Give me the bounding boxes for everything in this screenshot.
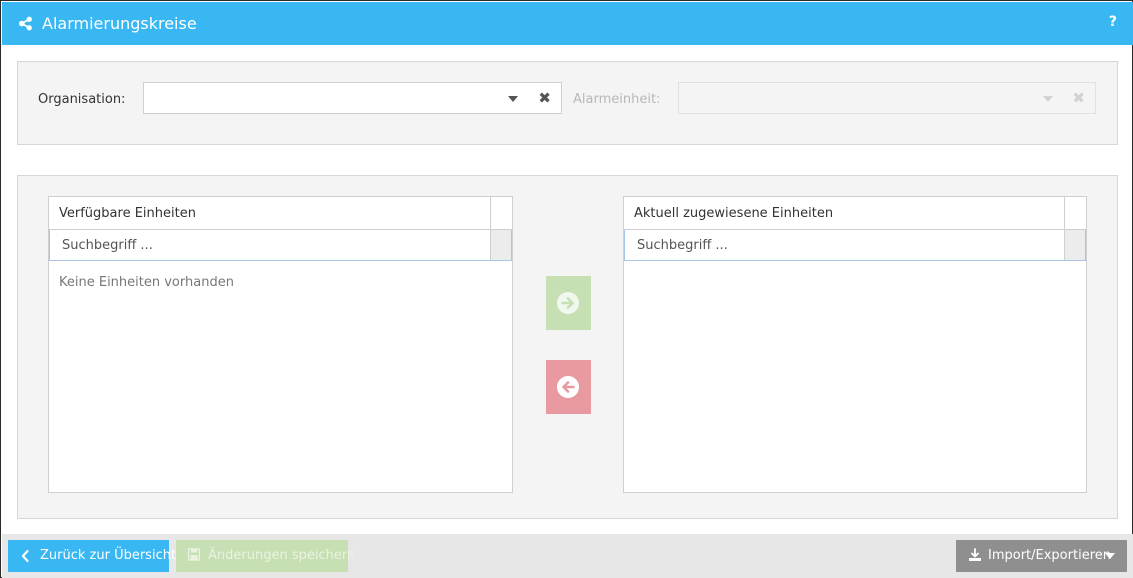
chevron-left-icon [21,549,29,563]
floppy-disk-icon [188,548,200,561]
download-icon [969,548,981,561]
clear-alarm-unit-icon: ✖ [1072,89,1085,107]
assigned-units-header: Aktuell zugewiesene Einheiten [624,197,1086,230]
save-button-label: Änderungen speichern [208,548,356,563]
save-changes-button: Änderungen speichern [176,540,355,572]
search-spacer [490,230,511,260]
question-icon[interactable]: ? [1109,14,1117,30]
import-export-button[interactable]: Import/Exportieren [956,540,1127,572]
available-units-title: Verfügbare Einheiten [59,206,196,221]
available-units-header: Verfügbare Einheiten [49,197,512,230]
assigned-search-input[interactable] [625,230,1064,260]
assigned-units-list: Aktuell zugewiesene Einheiten [623,196,1087,493]
header-spacer [490,197,512,230]
transfer-panel: Verfügbare Einheiten Keine Einheiten vor… [17,175,1118,519]
available-search-input[interactable] [50,230,490,260]
arrow-circle-left-icon [557,376,579,398]
arrow-circle-right-icon [557,292,579,314]
share-icon [18,16,32,31]
import-button-label: Import/Exportieren [988,548,1111,563]
alarm-unit-select: ✖ [678,82,1096,114]
assigned-units-title: Aktuell zugewiesene Einheiten [634,206,834,221]
search-spacer [1064,230,1085,260]
alarm-unit-label: Alarmeinheit: [573,92,661,107]
clear-organisation-icon[interactable]: ✖ [538,90,551,106]
header-spacer [1064,197,1086,230]
filter-panel: Organisation: ✖ Alarmeinheit: ✖ [17,61,1118,145]
organisation-label: Organisation: [38,92,126,107]
caret-down-icon [1105,553,1115,559]
page-title: Alarmierungskreise [42,14,197,33]
unassign-unit-button[interactable] [546,360,591,414]
available-search-row [49,230,512,261]
caret-down-icon[interactable] [508,96,518,102]
back-to-overview-button[interactable]: Zurück zur Übersicht [8,540,176,572]
organisation-select[interactable]: ✖ [143,82,562,114]
assign-unit-button[interactable] [546,276,591,330]
back-button-label: Zurück zur Übersicht [40,548,177,563]
footer-toolbar: Zurück zur Übersicht Änderungen speicher… [2,534,1133,578]
caret-down-icon [1043,96,1053,102]
available-units-list: Verfügbare Einheiten Keine Einheiten vor… [48,196,513,493]
assigned-search-row [624,230,1086,261]
page-header: Alarmierungskreise ? [2,2,1133,45]
app-window: Alarmierungskreise ? Organisation: ✖ Ala… [0,0,1133,578]
empty-message: Keine Einheiten vorhanden [59,275,234,290]
